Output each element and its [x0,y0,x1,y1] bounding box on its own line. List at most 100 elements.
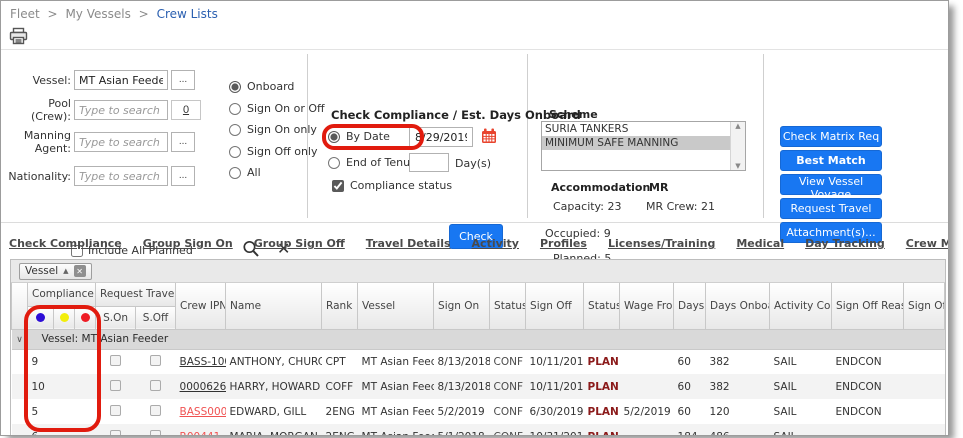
request-travel-button[interactable]: Request Travel [780,198,882,219]
compliance-red-dot-header[interactable] [75,306,96,329]
print-icon[interactable] [9,27,29,45]
crew-ipn-link[interactable]: BASS-10000 [180,356,226,368]
check-matrix-req-button[interactable]: Check Matrix Req [780,126,882,147]
col-sign-on[interactable]: Sign On [434,283,490,329]
col-group-request-travel[interactable]: Request Travel [96,283,176,306]
col-sign-off[interactable]: Sign Off [526,283,584,329]
col-wage-from[interactable]: Wage From [620,283,674,329]
col-crew-ipn[interactable]: Crew IPN [176,283,226,329]
table-row[interactable]: 9 BASS-10000 ANTHONY, CHURCHILL CPT MT A… [12,349,945,374]
scheme-listbox[interactable]: SURIA TANKERS MINIMUM SAFE MANNING ▲ ▼ [541,121,746,171]
radio-all[interactable] [229,167,241,179]
crew-ipn-link[interactable]: 00006261 [180,381,226,393]
mr-crew-value: MR Crew: 21 [646,200,715,213]
col-group-compliance[interactable]: Compliance [28,283,96,306]
sign-off-checkbox[interactable] [150,380,161,391]
days: 184 [674,424,706,436]
calendar-icon[interactable] [481,128,497,144]
scroll-up-icon[interactable]: ▲ [735,122,740,130]
scheme-scrollbar[interactable]: ▲ ▼ [730,122,745,170]
link-crew-matrix-report[interactable]: Crew Matrix Report [906,237,949,250]
sub-col-sign-off[interactable]: S.Off [136,306,176,329]
table-row[interactable]: 6 R00441 MARIA, MORGAN 2ENG MT Asian Fee… [12,424,945,436]
link-licenses-training[interactable]: Licenses/Training [608,237,715,250]
col-days[interactable]: Days [674,283,706,329]
view-vessel-voyage-button[interactable]: View Vessel Voyage [780,174,882,195]
col-sign-off-status[interactable]: Status [584,283,620,329]
col-days-onboard[interactable]: Days Onboard [706,283,770,329]
manning-agent-lookup-button[interactable]: ... [171,132,195,152]
link-profiles[interactable]: Profiles [540,237,587,250]
link-travel-details[interactable]: Travel Details [366,237,451,250]
col-sign-off-port[interactable]: Sign Off P [904,283,945,329]
breadcrumb-separator: > [48,7,58,21]
radio-sign-on-only[interactable] [229,124,241,136]
link-activity[interactable]: Activity [472,237,519,250]
crew-table: Compliance Request Travel Crew IPN Name … [11,283,945,436]
radio-all-label: All [247,166,261,179]
red-dot-icon [81,313,90,322]
nationality-input[interactable] [74,166,168,186]
radio-by-date[interactable] [328,131,340,143]
sign-on-checkbox[interactable] [110,355,121,366]
sort-asc-icon[interactable]: ▲ [63,267,68,275]
pool-count-button[interactable]: 0 [171,100,201,120]
crew-name: EDWARD, GILL [226,399,322,424]
compliance-blue-dot-header[interactable] [28,306,54,329]
col-activity-code[interactable]: Activity Code [770,283,832,329]
sign-off-checkbox[interactable] [150,405,161,416]
sign-on-checkbox[interactable] [110,405,121,416]
breadcrumb-my-vessels[interactable]: My Vessels [65,7,130,21]
table-row[interactable]: 5 BASS000009 EDWARD, GILL 2ENG MT Asian … [12,399,945,424]
compliance-status-checkbox[interactable] [332,180,344,192]
sign-on-status: CONF [490,424,526,436]
radio-sign-off-only[interactable] [229,146,241,158]
link-group-sign-off[interactable]: Group Sign Off [254,237,345,250]
group-tag-vessel[interactable]: Vessel ▲ ✕ [19,263,92,280]
crew-ipn-link[interactable]: R00441 [180,431,221,437]
sub-col-sign-on[interactable]: S.On [96,306,136,329]
scheme-option-minimum-safe-manning[interactable]: MINIMUM SAFE MANNING [542,136,745,150]
nationality-lookup-button[interactable]: ... [171,166,195,186]
crew-ipn-link[interactable]: BASS000009 [180,406,226,418]
radio-end-of-tenure[interactable] [328,157,340,169]
vessel-lookup-button[interactable]: ... [171,70,195,90]
breadcrumb-fleet[interactable]: Fleet [10,7,40,21]
divider [763,54,764,218]
scheme-option-suria-tankers[interactable]: SURIA TANKERS [542,122,745,136]
sign-on-checkbox[interactable] [110,380,121,391]
sign-off-checkbox[interactable] [150,430,161,437]
radio-onboard[interactable] [229,81,241,93]
col-vessel[interactable]: Vessel [358,283,434,329]
sign-off-checkbox[interactable] [150,355,161,366]
table-row[interactable]: 10 00006261 HARRY, HOWARD ABEI COFF MT A… [12,374,945,399]
crew-name: HARRY, HOWARD ABEI [226,374,322,399]
wage-from [620,349,674,374]
crew-grid: Vessel ▲ ✕ Compliance Request Travel Cre… [10,259,946,436]
link-check-compliance[interactable]: Check Compliance [9,237,122,250]
sign-on-checkbox[interactable] [110,430,121,437]
radio-sign-on-or-off[interactable] [229,103,241,115]
pool-crew-input[interactable] [74,100,168,120]
manning-agent-input[interactable] [74,132,168,152]
breadcrumb-crew-lists[interactable]: Crew Lists [157,7,218,21]
compliance-date-input[interactable] [409,127,473,147]
group-row[interactable]: ∨ Vessel: MT Asian Feeder [12,329,945,349]
scroll-down-icon[interactable]: ▼ [735,162,740,170]
link-group-sign-on[interactable]: Group Sign On [143,237,233,250]
best-match-button[interactable]: Best Match [780,150,882,171]
col-name[interactable]: Name [226,283,322,329]
remove-group-icon[interactable]: ✕ [74,265,86,277]
col-rank[interactable]: Rank [322,283,358,329]
link-medical[interactable]: Medical [736,237,784,250]
sign-off-reason: ENDCON [832,374,904,399]
crew-vessel: MT Asian Feeder [358,374,434,399]
vessel-input[interactable] [74,70,168,90]
compliance-yellow-dot-header[interactable] [54,306,75,329]
nav-links: Check Compliance Group Sign On Group Sig… [9,237,949,250]
col-sign-off-reason[interactable]: Sign Off Reason [832,283,904,329]
col-sign-on-status[interactable]: Status [490,283,526,329]
link-day-tracking[interactable]: Day Tracking [805,237,885,250]
tenure-days-input[interactable] [409,153,449,172]
collapse-group-icon[interactable]: ∨ [16,335,23,345]
